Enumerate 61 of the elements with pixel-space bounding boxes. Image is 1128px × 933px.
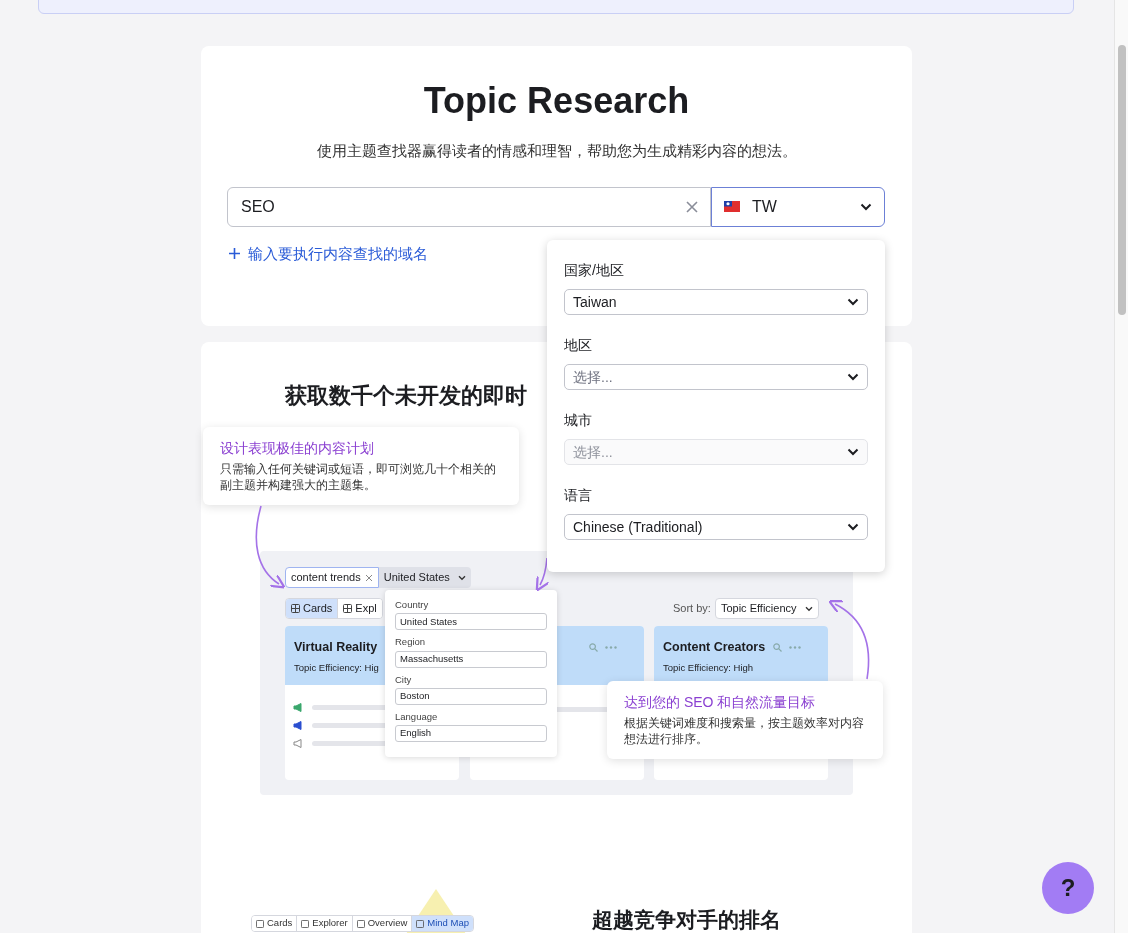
scrollbar-thumb[interactable] — [1118, 45, 1126, 315]
page-title: Topic Research — [423, 79, 690, 123]
topic-title: Content Creators — [663, 639, 766, 656]
country-select[interactable]: United States — [378, 567, 471, 588]
topic-efficiency: Topic Efficiency: High — [663, 660, 754, 675]
keyword-field[interactable]: SEO — [227, 186, 711, 227]
page-subtitle: 使用主题查找器赢得读者的情感和理智，帮助您为生成精彩内容的想法。 — [316, 141, 797, 161]
callout-title: 达到您的 SEO 和自然流量目标 — [624, 693, 817, 711]
chevron-down-icon — [860, 202, 872, 211]
location-field[interactable]: English — [395, 725, 547, 742]
field-label: 地区 — [564, 336, 592, 355]
keyword-chip[interactable]: content trends — [285, 567, 379, 588]
topic-efficiency: Topic Efficiency: Hig — [294, 660, 379, 675]
location-field[interactable]: Massachusetts — [395, 650, 547, 668]
search-icon — [589, 643, 598, 652]
field-label: Language — [395, 709, 438, 724]
chevron-down-icon — [847, 448, 859, 456]
view-icon — [416, 919, 425, 928]
view-icon — [356, 919, 365, 928]
sort-label: Sort by: — [673, 601, 711, 617]
feature-heading: 获取数千个未开发的即时 — [285, 382, 527, 410]
more-icon — [789, 646, 801, 649]
view-tab[interactable]: Cards — [286, 599, 338, 618]
topic-title: Virtual Reality — [294, 639, 378, 656]
field-label: Region — [395, 635, 426, 650]
field-label: 城市 — [564, 411, 592, 430]
chevron-down-icon — [847, 298, 859, 306]
field-label: City — [395, 672, 412, 687]
callout-title: 设计表现极佳的内容计划 — [220, 439, 375, 457]
sort-select[interactable]: Topic Efficiency — [714, 598, 819, 619]
clear-icon[interactable] — [686, 200, 698, 213]
location-select[interactable]: Taiwan — [564, 289, 868, 315]
field-label: Country — [395, 598, 429, 612]
feature-heading: 超越竞争对手的排名 — [592, 908, 781, 932]
view-tab[interactable]: Expl — [337, 599, 382, 618]
field-label: 语言 — [564, 486, 592, 505]
cards-icon — [291, 604, 300, 613]
view-icon — [256, 919, 264, 928]
chevron-down-icon — [847, 523, 859, 531]
location-select[interactable]: Chinese (Traditional) — [564, 514, 868, 540]
table-icon — [343, 604, 353, 613]
location-select[interactable]: 选择... — [564, 364, 868, 390]
field-label: 国家/地区 — [564, 261, 624, 280]
view-tab[interactable]: Mind Map — [411, 916, 474, 931]
flag-icon — [724, 201, 740, 212]
location-field[interactable]: United States — [395, 613, 547, 631]
arrow-drawing — [535, 557, 550, 592]
view-icon — [301, 919, 310, 928]
clear-icon — [364, 573, 373, 582]
search-icon — [773, 643, 782, 652]
location-field[interactable]: Boston — [395, 687, 547, 705]
plus-icon — [229, 248, 240, 260]
callout-text: 只需输入任何关键词或短语，即可浏览几十个相关的副主题并构建强大的主题集。 — [220, 462, 497, 493]
chevron-down-icon — [804, 605, 813, 612]
add-domain-link[interactable]: 输入要执行内容查找的域名 — [229, 242, 428, 265]
help-button[interactable]: ? — [1042, 862, 1094, 914]
more-icon — [605, 646, 617, 649]
chevron-down-icon — [457, 574, 466, 581]
chevron-down-icon — [847, 373, 859, 381]
callout-text: 根据关键词难度和搜索量，按主题效率对内容想法进行排序。 — [624, 716, 865, 747]
country-select[interactable]: TW — [711, 186, 885, 227]
